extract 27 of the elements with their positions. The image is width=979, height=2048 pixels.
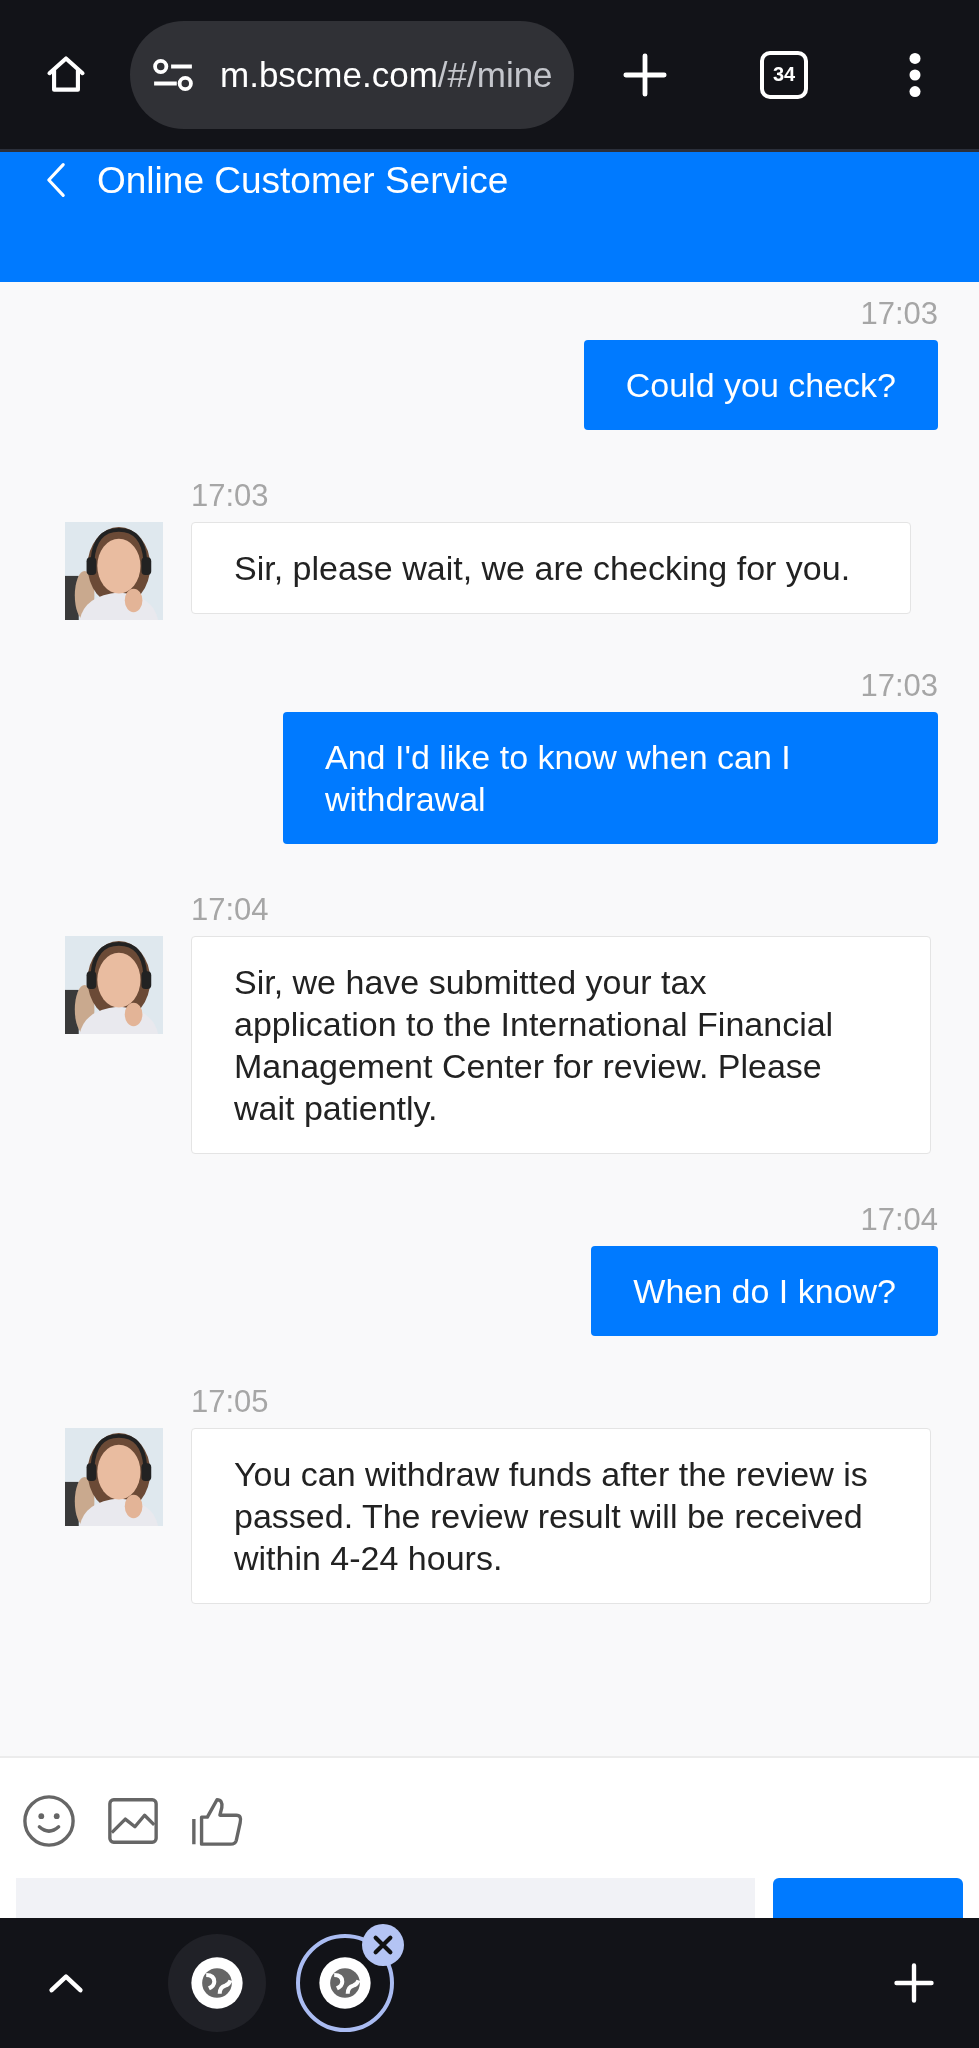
- message-time: 17:03: [860, 296, 938, 332]
- tab-count-button[interactable]: 34: [760, 50, 808, 99]
- received-message: You can withdraw funds after the review is passed. The review result will be received within 4-24 hours.: [191, 1428, 931, 1604]
- back-icon[interactable]: [45, 162, 67, 198]
- address-bar[interactable]: m.bscme.com/#/mine: [130, 20, 574, 129]
- message-time: 17:04: [860, 1202, 938, 1238]
- globe-icon: [318, 1956, 372, 2010]
- message-time: 17:03: [860, 668, 938, 704]
- received-message: Sir, we have submitted your tax application to the International Financial Management Center for review. Please wait patiently.: [191, 936, 931, 1154]
- sent-message: When do I know?: [591, 1246, 938, 1336]
- message-input-field[interactable]: [16, 1878, 756, 1918]
- menu-icon[interactable]: [908, 51, 922, 98]
- received-message: Sir, please wait, we are checking for you.: [191, 522, 912, 614]
- sent-message: And I'd like to know when can I withdrawal: [283, 712, 938, 844]
- globe-icon: [190, 1956, 244, 2010]
- message-time: 17:04: [191, 892, 269, 928]
- sent-message: Could you check?: [583, 340, 938, 430]
- message-time: 17:03: [191, 478, 269, 514]
- page-title: Online Customer Service: [97, 160, 509, 202]
- close-icon[interactable]: [362, 1924, 404, 1966]
- new-tab-icon[interactable]: [622, 51, 668, 98]
- new-tab-icon[interactable]: [893, 1962, 935, 2004]
- emoji-icon[interactable]: [22, 1794, 76, 1848]
- url-text: m.bscme.com/#/mine: [220, 54, 553, 95]
- message-time: 17:05: [191, 1384, 269, 1420]
- chevron-up-icon[interactable]: [48, 1972, 84, 1994]
- site-settings-icon[interactable]: [152, 57, 194, 92]
